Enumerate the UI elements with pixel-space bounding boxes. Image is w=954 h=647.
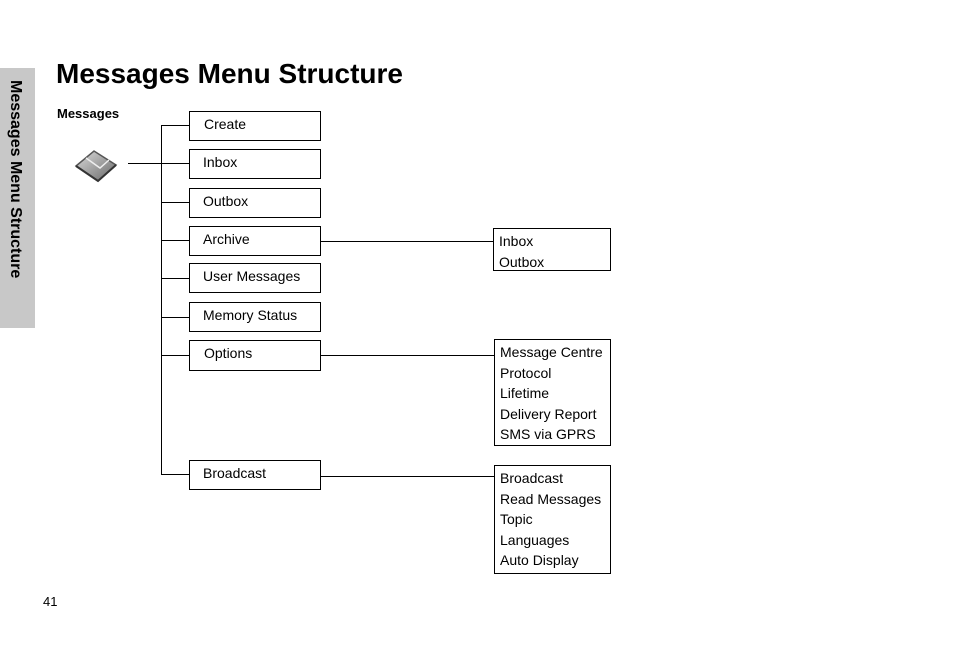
- submenu-item[interactable]: Topic: [500, 509, 605, 530]
- menu-item-label: Broadcast: [203, 465, 267, 481]
- menu-item-label: Archive: [203, 231, 250, 247]
- submenu-item[interactable]: Languages: [500, 530, 605, 551]
- connector-broadcast: [320, 476, 495, 477]
- submenu-item[interactable]: Broadcast: [500, 468, 605, 489]
- side-tab-label: Messages Menu Structure: [7, 80, 24, 279]
- submenu-item[interactable]: Outbox: [499, 252, 605, 273]
- page-title: Messages Menu Structure: [56, 58, 403, 89]
- connector-archive: [320, 241, 494, 242]
- menu-item-label: User Messages: [203, 268, 301, 284]
- menu-item-label: Create: [204, 116, 247, 132]
- menu-item-label: Outbox: [203, 193, 249, 209]
- submenu-item[interactable]: SMS via GPRS: [500, 424, 605, 445]
- menu-item-label: Options: [204, 345, 253, 361]
- submenu-broadcast: Broadcast Read Messages Topic Languages …: [494, 465, 611, 574]
- connector: [161, 240, 189, 241]
- submenu-item[interactable]: Read Messages: [500, 489, 605, 510]
- submenu-item[interactable]: Lifetime: [500, 383, 605, 404]
- menu-item-memory-status[interactable]: Memory Status: [189, 302, 321, 332]
- menu-item-broadcast[interactable]: Broadcast: [189, 460, 321, 490]
- submenu-options: Message Centre Protocol Lifetime Deliver…: [494, 339, 611, 446]
- connector-options: [320, 355, 495, 356]
- connector: [161, 163, 189, 164]
- menu-item-outbox[interactable]: Outbox: [189, 188, 321, 218]
- menu-item-user-messages[interactable]: User Messages: [189, 263, 321, 293]
- connector: [161, 474, 189, 475]
- root-label: Messages: [57, 106, 120, 121]
- menu-item-label: Inbox: [203, 154, 238, 170]
- submenu-archive: Inbox Outbox: [493, 228, 611, 271]
- submenu-item[interactable]: Protocol: [500, 363, 605, 384]
- menu-item-archive[interactable]: Archive: [189, 226, 321, 256]
- menu-item-options[interactable]: Options: [189, 340, 321, 371]
- submenu-item[interactable]: Message Centre: [500, 342, 605, 363]
- connector: [161, 278, 189, 279]
- submenu-item[interactable]: Inbox: [499, 231, 605, 252]
- menu-item-create[interactable]: Create: [189, 111, 321, 141]
- submenu-item[interactable]: Delivery Report: [500, 404, 605, 425]
- submenu-item[interactable]: Auto Display: [500, 550, 605, 571]
- connector: [161, 317, 189, 318]
- envelope-icon: [74, 150, 118, 183]
- connector: [161, 125, 189, 126]
- page-number: 41: [43, 594, 58, 609]
- menu-item-inbox[interactable]: Inbox: [189, 149, 321, 179]
- connector-trunk: [161, 125, 162, 474]
- menu-item-label: Memory Status: [203, 307, 298, 323]
- connector: [161, 202, 189, 203]
- side-tab: Messages Menu Structure: [0, 68, 35, 328]
- connector: [161, 355, 189, 356]
- connector-root: [128, 163, 162, 164]
